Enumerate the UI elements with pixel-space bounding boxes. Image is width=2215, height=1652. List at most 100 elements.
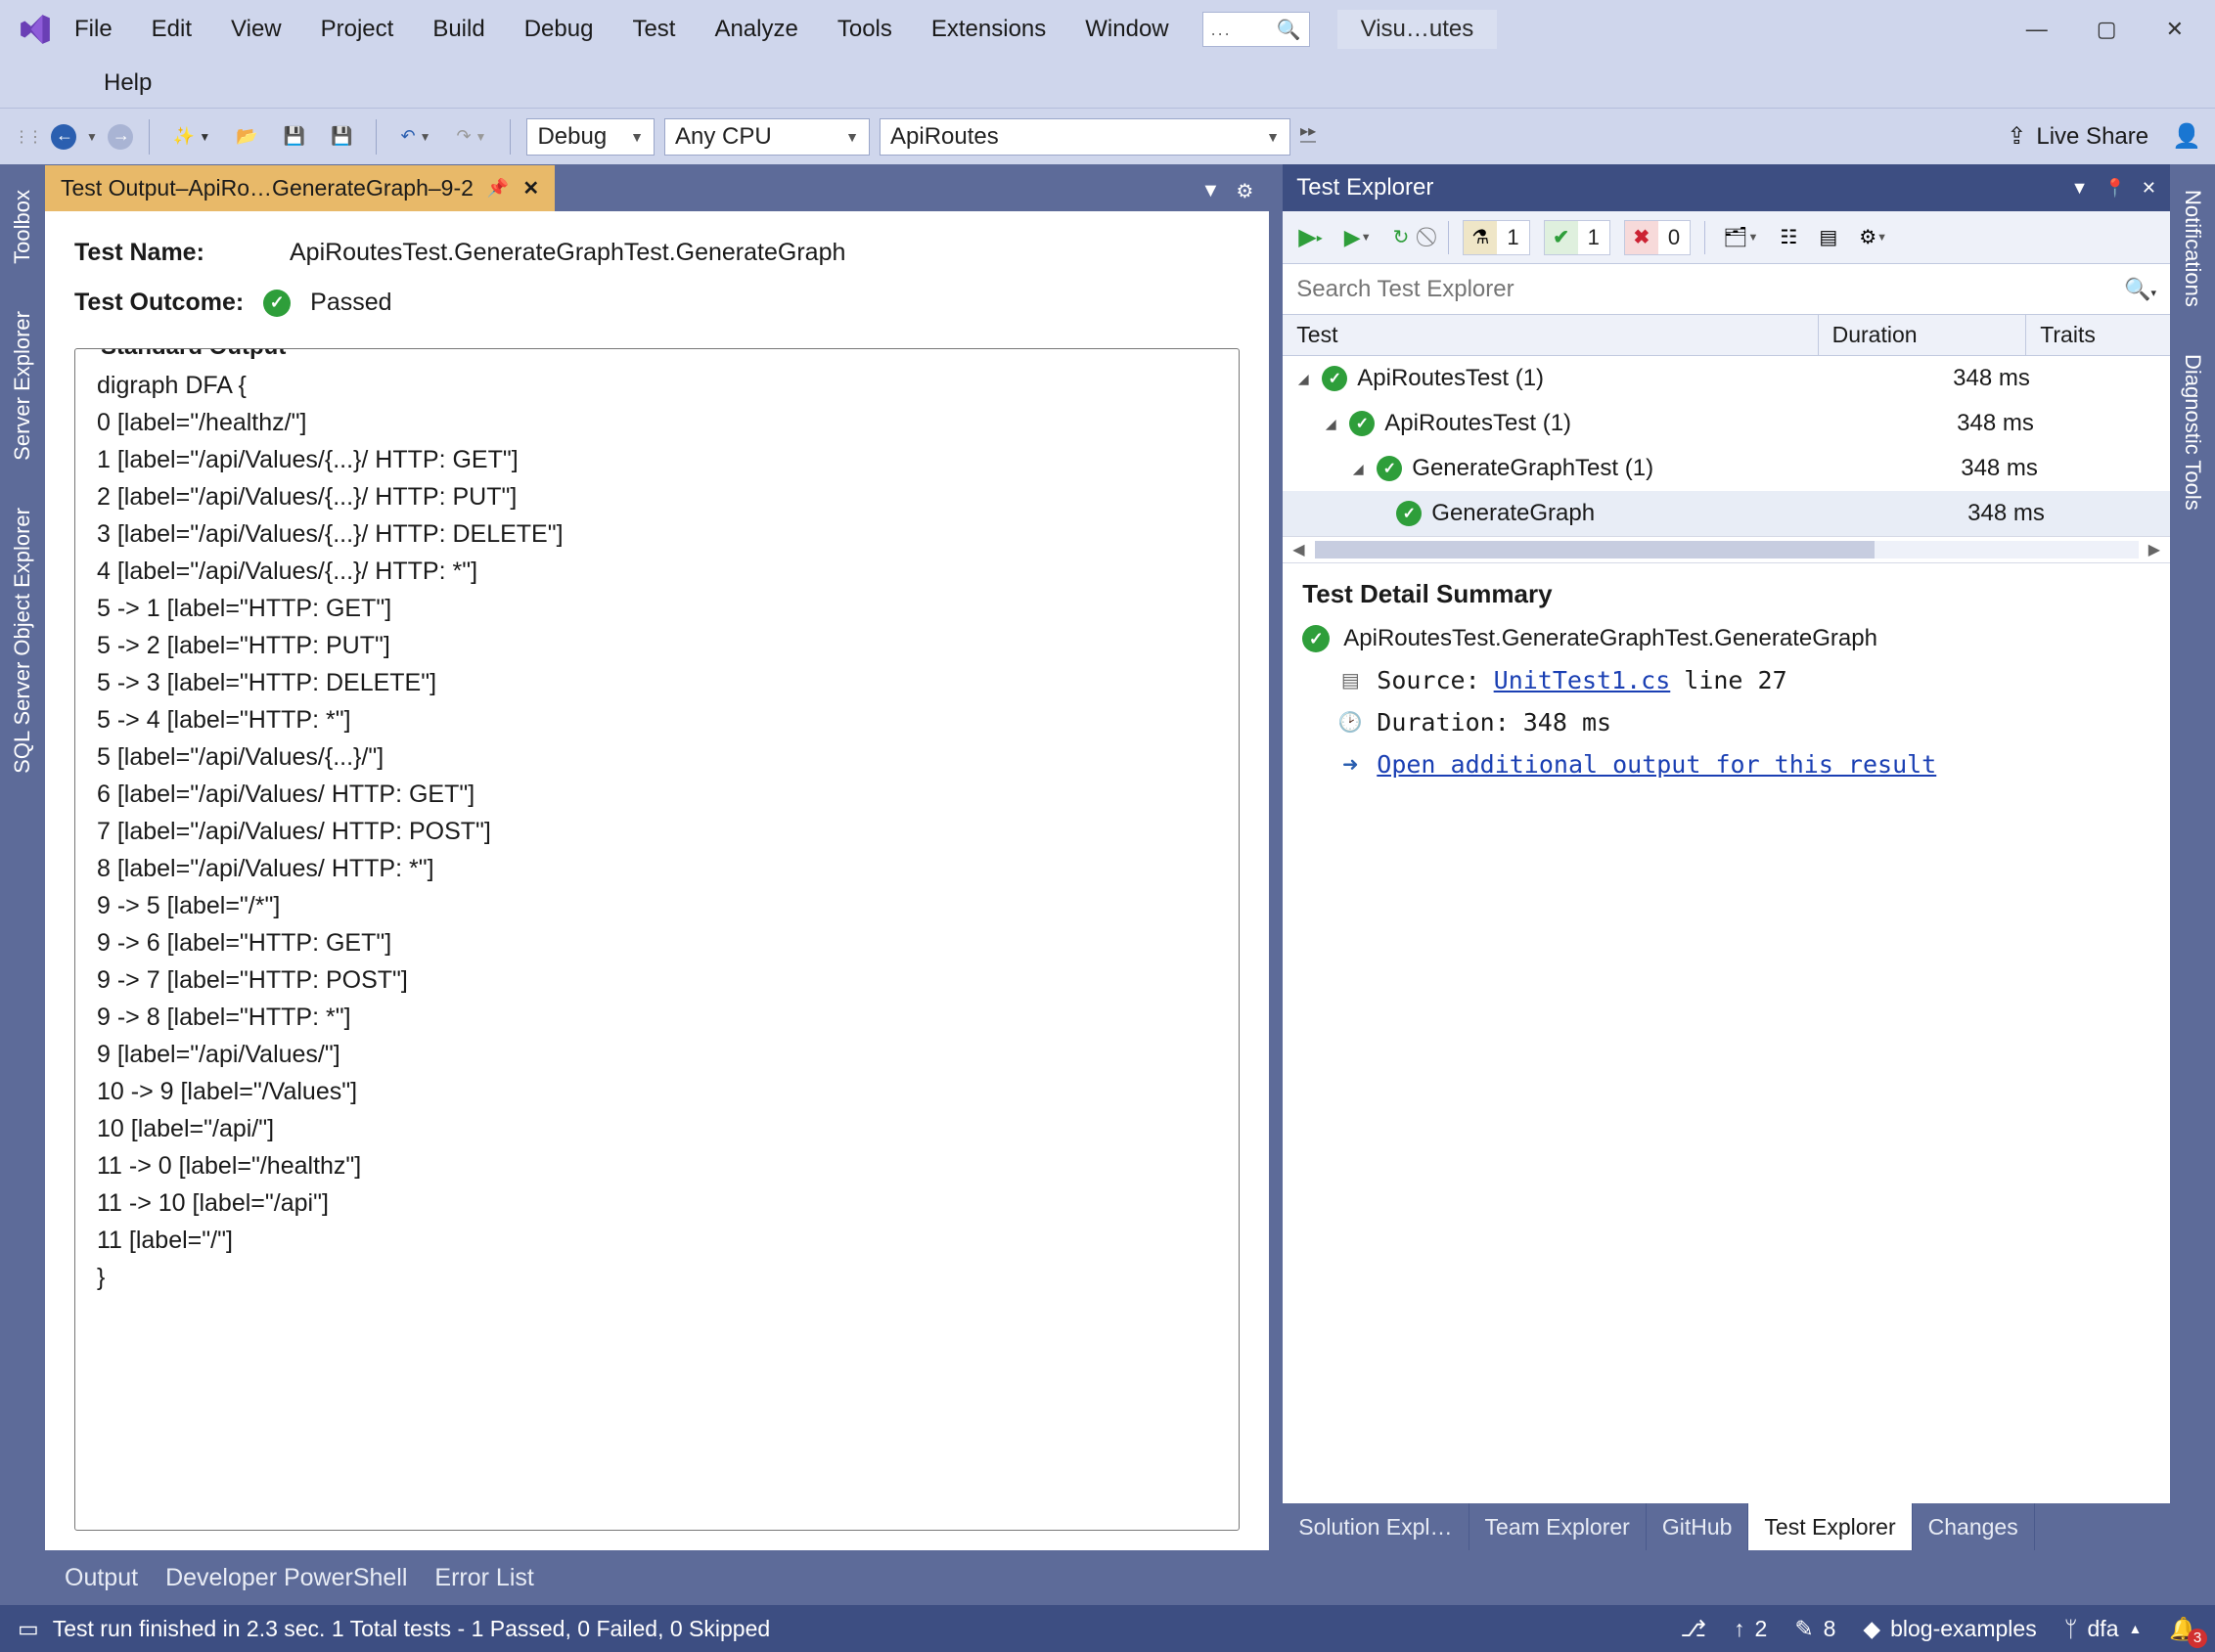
test-tree-row[interactable]: ◢ApiRoutesTest (1)348 ms xyxy=(1283,356,2170,401)
repeat-button[interactable]: ↻ xyxy=(1389,223,1414,251)
failed-tests-counter[interactable]: ✖0 xyxy=(1624,220,1691,255)
passed-tests-counter[interactable]: ✔1 xyxy=(1544,220,1610,255)
playlist-button[interactable]: 🗂 ▼ xyxy=(1719,223,1762,251)
menu-tools[interactable]: Tools xyxy=(832,12,898,47)
save-button[interactable]: 💾 xyxy=(276,122,313,151)
menu-test[interactable]: Test xyxy=(626,12,681,47)
nav-back-button[interactable] xyxy=(51,124,76,150)
notifications-button[interactable]: 🔔3 xyxy=(2169,1616,2197,1642)
panel-tab[interactable]: Team Explorer xyxy=(1469,1503,1647,1550)
server-explorer-tab[interactable]: Server Explorer xyxy=(6,299,39,472)
toolbox-tab[interactable]: Toolbox xyxy=(6,178,39,276)
horizontal-scrollbar[interactable]: ◀ ▶ xyxy=(1283,536,2170,563)
pass-icon xyxy=(1322,366,1347,391)
menu-view[interactable]: View xyxy=(225,12,288,47)
close-panel-icon[interactable]: ✕ xyxy=(2142,178,2156,199)
close-tab-icon[interactable]: ✕ xyxy=(522,176,539,201)
live-share-button[interactable]: ⇪Live Share xyxy=(2007,122,2148,151)
pin-icon[interactable]: 📌 xyxy=(487,178,509,199)
sql-server-object-explorer-tab[interactable]: SQL Server Object Explorer xyxy=(6,496,39,785)
test-node-duration: 348 ms xyxy=(1876,500,2060,527)
run-button[interactable]: ▶ ▼ xyxy=(1340,223,1376,252)
tab-dropdown-icon[interactable]: ▼ xyxy=(1201,180,1221,202)
toolbar-overflow[interactable]: ▸▸— xyxy=(1300,127,1316,146)
stop-button[interactable]: ⃠ xyxy=(1426,224,1434,250)
pass-icon xyxy=(1349,411,1375,436)
expand-caret-icon[interactable]: ◢ xyxy=(1294,371,1312,387)
window-position-icon[interactable]: ▼ xyxy=(2071,178,2089,199)
expand-caret-icon[interactable]: ◢ xyxy=(1322,416,1339,432)
pin-icon[interactable]: 📍 xyxy=(2103,178,2125,199)
output-tab[interactable]: Output xyxy=(65,1564,138,1592)
settings-button[interactable]: ⚙ ▼ xyxy=(1855,223,1891,251)
search-input[interactable] xyxy=(1296,276,2124,303)
column-traits[interactable]: Traits xyxy=(2026,315,2170,355)
test-tree-row[interactable]: GenerateGraph348 ms xyxy=(1283,491,2170,536)
share-icon: ⇪ xyxy=(2007,122,2026,151)
scroll-left-arrow[interactable]: ◀ xyxy=(1292,540,1304,559)
open-file-button[interactable]: 📂 xyxy=(228,122,265,151)
new-item-button[interactable]: ✨ ▼ xyxy=(165,122,218,151)
menu-edit[interactable]: Edit xyxy=(146,12,198,47)
clock-icon: 🕑 xyxy=(1337,710,1363,735)
total-tests-counter[interactable]: ⚗1 xyxy=(1463,220,1529,255)
branch-indicator[interactable]: ᛘdfa▲ xyxy=(2064,1616,2143,1642)
pending-changes[interactable]: ✎8 xyxy=(1794,1616,1835,1642)
menu-debug[interactable]: Debug xyxy=(519,12,600,47)
standard-output-legend: Standard Output xyxy=(91,348,295,361)
startup-project-dropdown[interactable]: ApiRoutes▼ xyxy=(880,118,1290,156)
redo-button[interactable]: ↷ ▼ xyxy=(448,122,494,151)
developer-powershell-tab[interactable]: Developer PowerShell xyxy=(165,1564,407,1592)
pencil-icon: ✎ xyxy=(1794,1616,1813,1642)
solution-platform-dropdown[interactable]: Any CPU▼ xyxy=(664,118,870,156)
incoming-commits[interactable]: ↑2 xyxy=(1734,1616,1767,1642)
scroll-right-arrow[interactable]: ▶ xyxy=(2148,540,2160,559)
layout-button[interactable]: ▤ xyxy=(1815,223,1841,251)
arrow-up-icon: ↑ xyxy=(1734,1616,1745,1642)
close-button[interactable]: ✕ xyxy=(2166,17,2184,42)
panel-tab[interactable]: Test Explorer xyxy=(1748,1503,1912,1550)
menu-window[interactable]: Window xyxy=(1079,12,1174,47)
solution-config-dropdown[interactable]: Debug▼ xyxy=(526,118,655,156)
diagnostic-tools-tab[interactable]: Diagnostic Tools xyxy=(2176,342,2209,522)
main-menu: File Edit View Project Build Debug Test … xyxy=(68,12,1175,47)
test-output-tab[interactable]: Test Output–ApiRo…GenerateGraph–9-2 📌 ✕ xyxy=(45,165,555,211)
group-by-button[interactable]: ☷ xyxy=(1776,223,1801,251)
toolbar-grip[interactable]: ⋮⋮ xyxy=(14,127,41,147)
source-file-link[interactable]: UnitTest1.cs xyxy=(1494,666,1671,694)
open-output-link[interactable]: Open additional output for this result xyxy=(1377,750,1936,779)
menu-help[interactable]: Help xyxy=(98,66,158,101)
menu-project[interactable]: Project xyxy=(315,12,400,47)
column-test[interactable]: Test xyxy=(1283,315,1818,355)
quick-launch-search[interactable]: ... 🔍 xyxy=(1202,12,1310,47)
test-tree-row[interactable]: ◢GenerateGraphTest (1)348 ms xyxy=(1283,446,2170,491)
minimize-button[interactable]: — xyxy=(2026,17,2048,42)
notifications-tab[interactable]: Notifications xyxy=(2176,178,2209,319)
test-explorer-search[interactable]: 🔍▾ xyxy=(1283,264,2170,315)
panel-tab[interactable]: Changes xyxy=(1913,1503,2035,1550)
feedback-icon[interactable]: 👤 xyxy=(2172,122,2201,151)
pull-request-indicator[interactable]: ⎇ xyxy=(1681,1616,1707,1642)
search-placeholder: ... xyxy=(1211,20,1232,40)
nav-back-dropdown[interactable]: ▼ xyxy=(86,130,98,144)
tab-settings-icon[interactable]: ⚙ xyxy=(1236,179,1253,203)
expand-caret-icon[interactable]: ◢ xyxy=(1349,461,1367,477)
maximize-button[interactable]: ▢ xyxy=(2097,17,2117,42)
nav-forward-button[interactable] xyxy=(108,124,133,150)
undo-button[interactable]: ↶ ▼ xyxy=(392,122,438,151)
menu-analyze[interactable]: Analyze xyxy=(708,12,803,47)
scroll-thumb[interactable] xyxy=(1315,541,1876,558)
search-icon: 🔍▾ xyxy=(2124,277,2156,302)
run-all-button[interactable]: ▶▸ xyxy=(1294,221,1327,253)
test-tree-row[interactable]: ◢ApiRoutesTest (1)348 ms xyxy=(1283,401,2170,446)
repo-indicator[interactable]: ◆blog-examples xyxy=(1863,1616,2036,1642)
column-duration[interactable]: Duration xyxy=(1819,315,2027,355)
menu-extensions[interactable]: Extensions xyxy=(926,12,1052,47)
error-list-tab[interactable]: Error List xyxy=(434,1564,533,1592)
panel-tab[interactable]: GitHub xyxy=(1647,1503,1749,1550)
menu-build[interactable]: Build xyxy=(427,12,490,47)
bottom-panel-tabs: Output Developer PowerShell Error List xyxy=(45,1550,2170,1605)
menu-file[interactable]: File xyxy=(68,12,118,47)
panel-tab[interactable]: Solution Expl… xyxy=(1283,1503,1469,1550)
save-all-button[interactable]: 💾 xyxy=(323,122,360,151)
